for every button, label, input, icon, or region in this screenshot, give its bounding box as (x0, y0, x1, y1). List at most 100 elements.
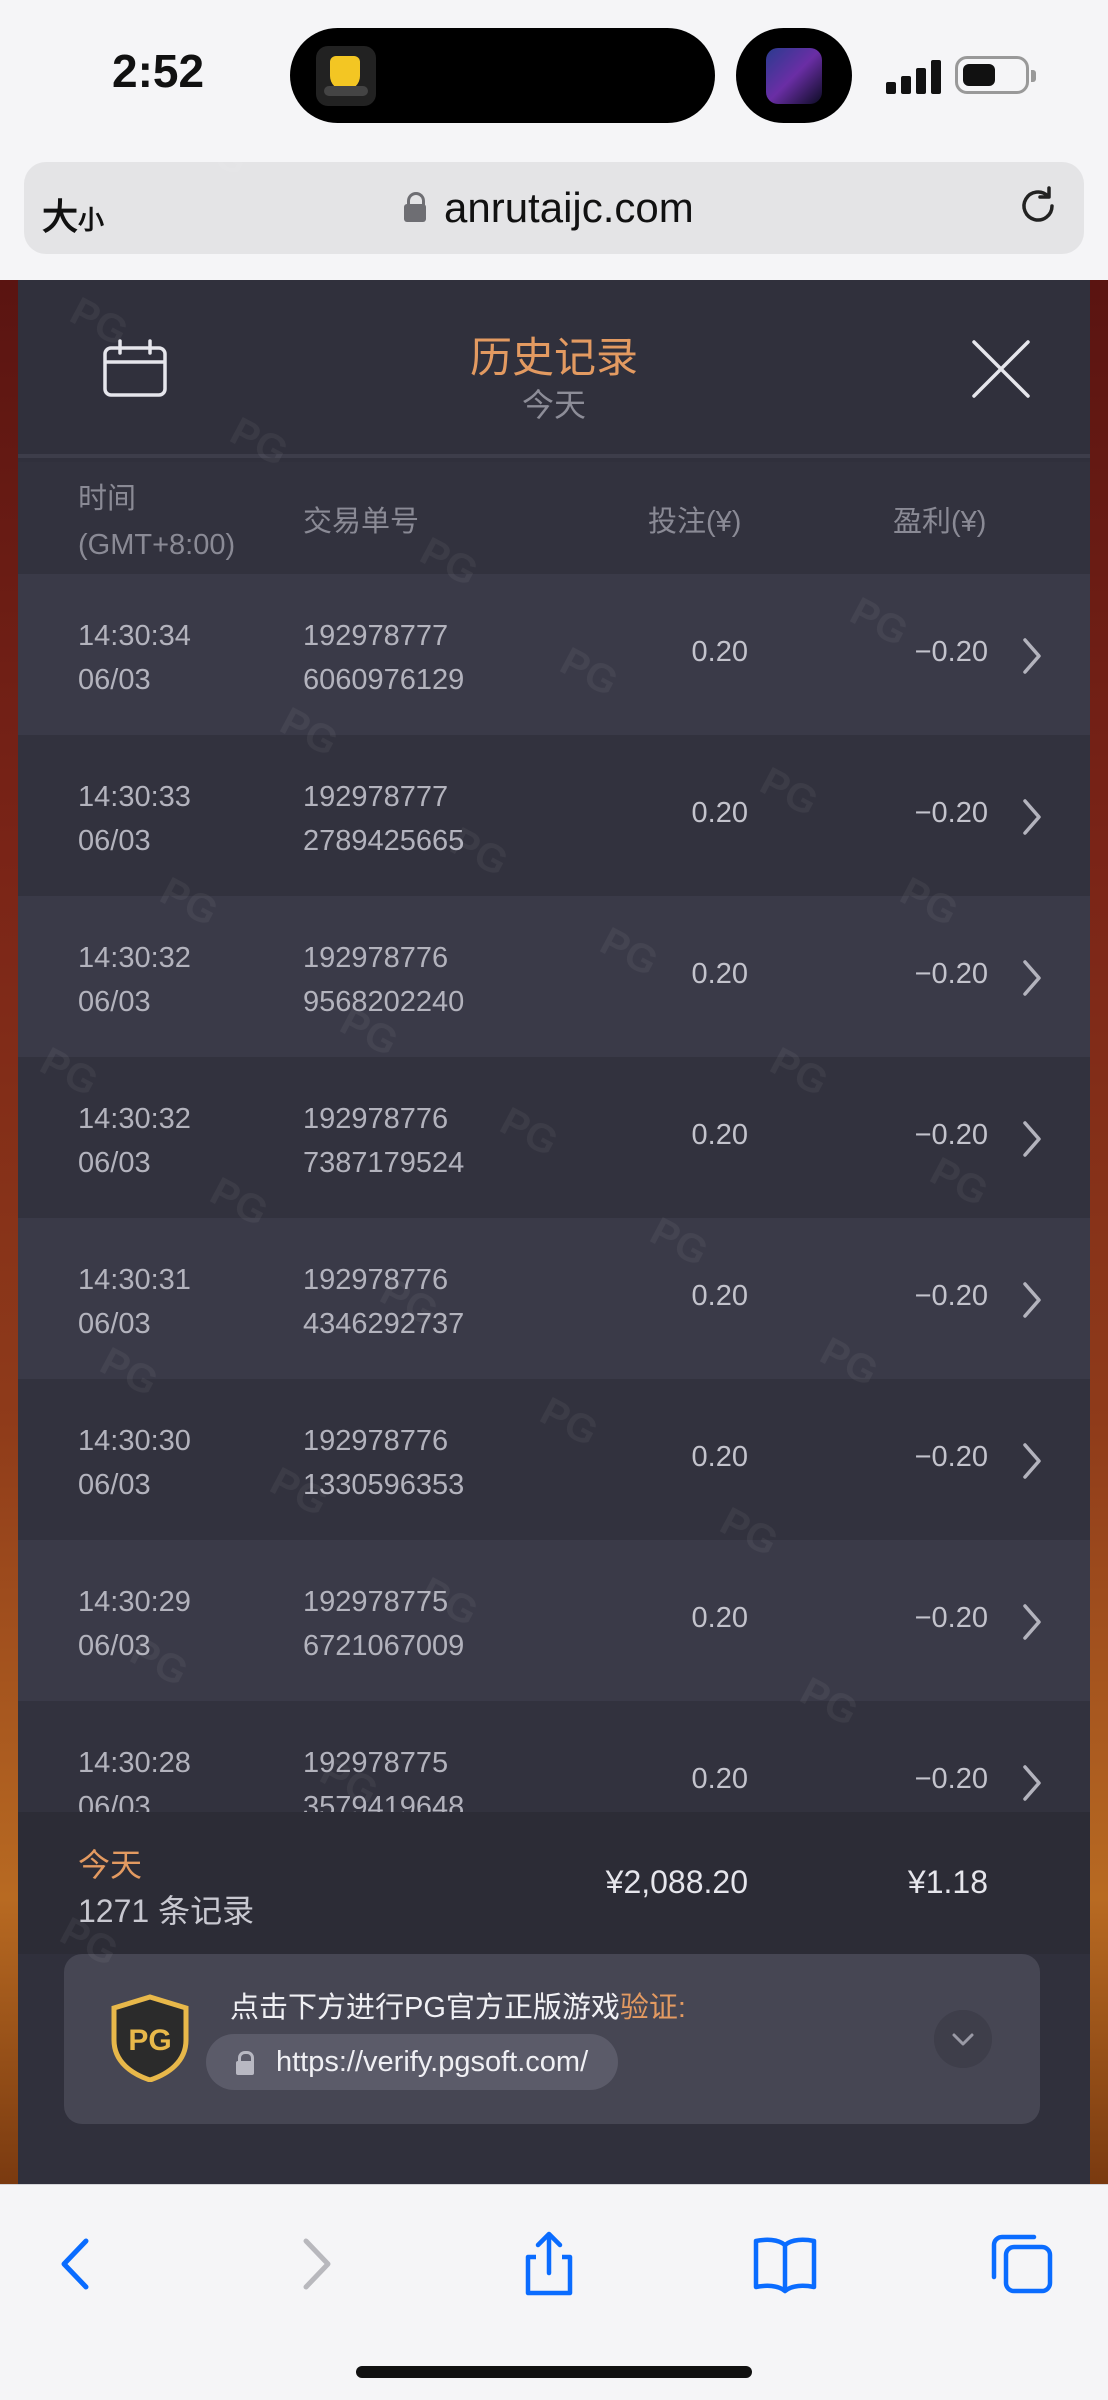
column-profit: 盈利(¥) (893, 506, 987, 538)
history-row[interactable]: 14:30:28 06/03 192978775 3579419648 0.20 −… (18, 1701, 1090, 1812)
column-bet: 投注(¥) (648, 506, 742, 538)
column-transaction-id: 交易单号 (303, 506, 420, 538)
history-row[interactable]: 14:30:34 06/03 192978777 6060976129 0.20 −… (18, 574, 1090, 735)
row-profit: −0.20 (914, 1119, 988, 1151)
verify-text-main: 点击下方进行PG官方正版游戏 (230, 1992, 620, 2024)
verify-link-url: https://verify.pgsoft.com/ (276, 2046, 589, 2078)
history-row[interactable]: 14:30:31 06/03 192978776 4346292737 0.20 −… (18, 1218, 1090, 1379)
history-row[interactable]: 14:30:32 06/03 192978776 9568202240 0.20 −… (18, 896, 1090, 1057)
battery-icon (955, 56, 1036, 94)
panel-header: 历史记录 今天 (18, 280, 1090, 458)
verify-banner[interactable]: PG 点击下方进行PG官方正版游戏验证: https://verify.pgso… (64, 1954, 1040, 2124)
column-header: 时间 (GMT+8:00) 交易单号 投注(¥) 盈利(¥) (18, 462, 1090, 574)
row-profit: −0.20 (914, 1763, 988, 1795)
row-time: 14:30:29 (78, 1586, 191, 1618)
chevron-right-icon (1023, 638, 1041, 674)
row-date: 06/03 (78, 1791, 151, 1812)
row-profit: −0.20 (914, 1602, 988, 1634)
chevron-right-icon (1023, 1604, 1041, 1640)
home-indicator[interactable] (356, 2366, 752, 2378)
row-id-part1: 192978775 (303, 1586, 449, 1618)
history-row[interactable]: 14:30:30 06/03 192978776 1330596353 0.20 −… (18, 1379, 1090, 1540)
row-date: 06/03 (78, 1147, 151, 1179)
forward-icon[interactable] (282, 2229, 352, 2299)
row-profit: −0.20 (914, 636, 988, 668)
row-time: 14:30:32 (78, 1103, 191, 1135)
delivery-app-icon (316, 46, 376, 106)
row-bet: 0.20 (691, 1280, 748, 1312)
row-id-part2: 6721067009 (303, 1630, 465, 1662)
chevron-down-icon[interactable] (934, 2010, 992, 2068)
summary-total-profit: ¥1.18 (907, 1864, 988, 1900)
text-size-big-label: 大 (42, 196, 79, 237)
row-date: 06/03 (78, 1469, 151, 1501)
row-profit: −0.20 (914, 797, 988, 829)
row-id-part2: 6060976129 (303, 664, 465, 696)
summary-label: 今天 (78, 1847, 143, 1883)
row-id-part2: 9568202240 (303, 986, 465, 1018)
row-bet: 0.20 (691, 958, 748, 990)
tabs-icon[interactable] (986, 2229, 1056, 2299)
panel-subtitle[interactable]: 今天 (18, 380, 1090, 426)
row-date: 06/03 (78, 1630, 151, 1662)
lock-icon (236, 2051, 254, 2075)
album-art-icon (766, 48, 822, 104)
chevron-right-icon (1023, 1443, 1041, 1479)
summary-total-bet: ¥2,088.20 (605, 1864, 748, 1900)
back-icon[interactable] (40, 2229, 110, 2299)
row-id-part2: 4346292737 (303, 1308, 465, 1340)
share-icon[interactable] (514, 2229, 584, 2299)
status-time: 2:52 (112, 45, 205, 97)
column-time: 时间 (GMT+8:00) (78, 476, 235, 568)
row-date: 06/03 (78, 1308, 151, 1340)
row-time: 14:30:30 (78, 1425, 191, 1457)
row-time: 14:30:34 (78, 620, 191, 652)
media-island[interactable] (736, 28, 852, 123)
history-panel: 历史记录 今天 时间 (GMT+8:00) 交易单号 投注(¥) 盈利(¥) 1… (18, 280, 1090, 2184)
close-icon[interactable] (970, 338, 1032, 400)
verify-link[interactable]: https://verify.pgsoft.com/ (206, 2034, 619, 2090)
chevron-right-icon (1023, 1121, 1041, 1157)
row-profit: −0.20 (914, 1441, 988, 1473)
dynamic-island[interactable] (290, 28, 715, 123)
bookmarks-icon[interactable] (750, 2229, 820, 2299)
chevron-right-icon (1023, 1765, 1041, 1801)
row-bet: 0.20 (691, 1602, 748, 1634)
cellular-signal-icon (886, 58, 942, 94)
row-date: 06/03 (78, 986, 151, 1018)
history-row[interactable]: 14:30:33 06/03 192978777 2789425665 0.20 −… (18, 735, 1090, 896)
column-time-label: 时间 (78, 483, 137, 515)
row-id-part2: 3579419648 (303, 1791, 465, 1812)
history-row[interactable]: 14:30:32 06/03 192978776 7387179524 0.20 −… (18, 1057, 1090, 1218)
row-id-part2: 1330596353 (303, 1469, 465, 1501)
row-id-part2: 7387179524 (303, 1147, 465, 1179)
url-text[interactable]: anrutaijc.com (444, 184, 694, 232)
summary-count: 1271 条记录 (78, 1893, 255, 1929)
verify-text: 点击下方进行PG官方正版游戏验证: (230, 1984, 686, 2026)
column-time-zone: (GMT+8:00) (78, 529, 236, 561)
row-profit: −0.20 (914, 958, 988, 990)
reload-icon[interactable] (1016, 184, 1060, 228)
chevron-right-icon (1023, 799, 1041, 835)
address-bar[interactable]: 大小 anrutaijc.com (24, 162, 1084, 254)
row-time: 14:30:31 (78, 1264, 191, 1296)
row-bet: 0.20 (691, 1763, 748, 1795)
verify-text-highlight: 验证: (619, 1992, 686, 2024)
chevron-right-icon (1023, 960, 1041, 996)
row-id-part1: 192978776 (303, 942, 449, 974)
history-list[interactable]: 14:30:34 06/03 192978777 6060976129 0.20 −… (18, 574, 1090, 1812)
row-time: 14:30:33 (78, 781, 191, 813)
panel-title: 历史记录 (469, 334, 638, 381)
row-id-part1: 192978777 (303, 781, 449, 813)
row-date: 06/03 (78, 664, 151, 696)
row-bet: 0.20 (691, 636, 748, 668)
row-bet: 0.20 (691, 1119, 748, 1151)
row-time: 14:30:28 (78, 1747, 191, 1779)
pg-badge-text: PG (128, 2024, 171, 2057)
row-id-part1: 192978776 (303, 1103, 449, 1135)
row-id-part2: 2789425665 (303, 825, 465, 857)
row-time: 14:30:32 (78, 942, 191, 974)
row-id-part1: 192978776 (303, 1425, 449, 1457)
text-size-button[interactable]: 大小 (42, 188, 104, 240)
history-row[interactable]: 14:30:29 06/03 192978775 6721067009 0.20 −… (18, 1540, 1090, 1701)
